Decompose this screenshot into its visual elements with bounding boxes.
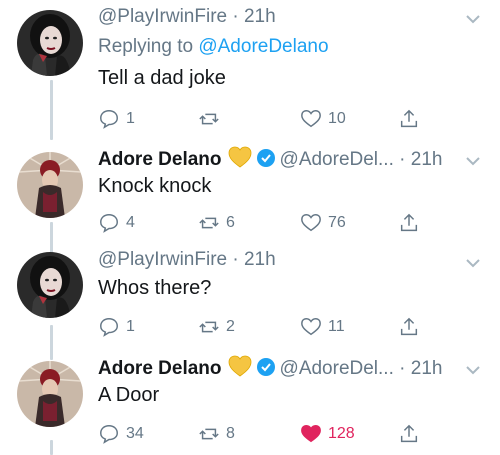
display-name[interactable]: Adore Delano [98, 358, 222, 379]
share-icon [400, 424, 418, 443]
tweet-text: Whos there? [98, 277, 212, 299]
chevron-down-icon[interactable] [464, 10, 482, 28]
retweet-icon [199, 217, 219, 229]
heart-outline-icon [301, 214, 321, 232]
tweet-text: Knock knock [98, 175, 212, 197]
tweet-time[interactable]: 21h [244, 6, 276, 27]
avatar[interactable] [17, 152, 83, 218]
replying-to-label: Replying to [98, 36, 194, 57]
verified-badge-icon [256, 358, 275, 376]
reply-icon [100, 318, 118, 337]
retweet-count: 2 [226, 318, 235, 335]
retweet-button[interactable]: 6 [198, 210, 235, 236]
share-button[interactable] [398, 421, 426, 447]
reply-button[interactable]: 4 [98, 210, 135, 236]
tweet-time[interactable]: 21h [411, 149, 443, 170]
like-count: 76 [328, 214, 346, 231]
avatar[interactable] [17, 10, 83, 76]
chevron-down-icon[interactable] [464, 254, 482, 272]
tweet-time[interactable]: 21h [411, 358, 443, 379]
reply-count: 1 [126, 318, 135, 335]
like-button[interactable]: 11 [300, 314, 345, 340]
avatar-playirwinfire-icon [17, 10, 83, 76]
reply-icon [100, 214, 118, 233]
separator: · [232, 6, 239, 27]
share-icon [400, 109, 418, 128]
heart-filled-icon [301, 425, 321, 443]
share-icon [400, 213, 418, 232]
like-button[interactable]: 76 [300, 210, 346, 236]
reply-count: 1 [126, 110, 135, 127]
yellow-heart-icon [228, 355, 251, 377]
like-button[interactable]: 128 [300, 421, 355, 447]
verified-badge-icon [256, 149, 275, 167]
avatar-adoredelano-icon [17, 361, 83, 427]
retweet-count: 8 [226, 425, 235, 442]
share-icon [400, 317, 418, 336]
reply-button[interactable]: 34 [98, 421, 144, 447]
like-count: 10 [328, 110, 346, 127]
retweet-button[interactable]: 8 [198, 421, 235, 447]
share-button[interactable] [398, 210, 426, 236]
heart-outline-icon [301, 318, 321, 336]
avatar[interactable] [17, 361, 83, 427]
heart-outline-icon [301, 110, 321, 128]
retweet-button[interactable] [198, 106, 226, 132]
avatar[interactable] [17, 252, 83, 318]
tweet[interactable]: @PlayIrwinFire · 21h Whos there? 1 2 11 [0, 240, 500, 345]
tweet-text: Tell a dad joke [98, 67, 226, 89]
reply-button[interactable]: 1 [98, 314, 135, 340]
retweet-icon [199, 321, 219, 333]
tweet-text: A Door [98, 384, 160, 406]
tweet[interactable]: Adore Delano @AdoreDel... · 21h Knock kno… [0, 140, 500, 240]
reply-icon [100, 110, 118, 129]
tweet-handle[interactable]: @PlayIrwinFire [98, 249, 227, 270]
tweet-time[interactable]: 21h [244, 249, 276, 270]
separator: · [232, 249, 239, 270]
tweet-handle[interactable]: @PlayIrwinFire [98, 6, 227, 27]
share-button[interactable] [398, 106, 426, 132]
retweet-button[interactable]: 2 [198, 314, 235, 340]
retweet-icon [199, 428, 219, 440]
mention-link[interactable]: @AdoreDelano [198, 36, 328, 57]
like-count: 11 [328, 318, 345, 335]
chevron-down-icon[interactable] [464, 361, 482, 379]
chevron-down-icon[interactable] [464, 152, 482, 170]
tweet-handle[interactable]: @AdoreDel... [280, 149, 394, 170]
retweet-count: 6 [226, 214, 235, 231]
like-button[interactable]: 10 [300, 106, 346, 132]
like-count: 128 [328, 425, 355, 442]
reply-count: 34 [126, 425, 144, 442]
tweet[interactable]: Adore Delano @AdoreDel... · 21h A Door 34… [0, 345, 500, 455]
yellow-heart-icon [228, 146, 251, 168]
reply-button[interactable]: 1 [98, 106, 135, 132]
display-name[interactable]: Adore Delano [98, 149, 222, 170]
separator: · [399, 149, 406, 170]
share-button[interactable] [398, 314, 426, 340]
retweet-icon [199, 113, 219, 125]
tweet-handle[interactable]: @AdoreDel... [280, 358, 394, 379]
tweet[interactable]: @PlayIrwinFire · 21h Replying to @AdoreD… [0, 0, 500, 140]
reply-count: 4 [126, 214, 135, 231]
avatar-playirwinfire-icon [17, 252, 83, 318]
avatar-adoredelano-icon [17, 152, 83, 218]
separator: · [399, 358, 406, 379]
reply-icon [100, 425, 118, 444]
